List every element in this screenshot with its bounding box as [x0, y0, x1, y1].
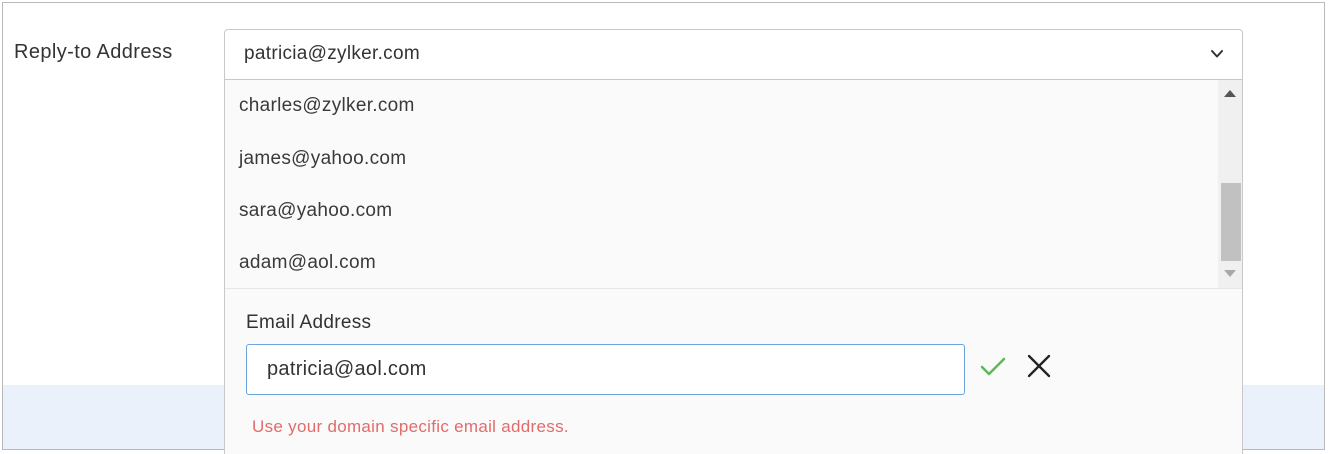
dropdown-scrollbar[interactable]: [1218, 80, 1242, 288]
reply-to-select[interactable]: patricia@zylker.com: [224, 29, 1243, 80]
option-sara[interactable]: sara@yahoo.com: [239, 200, 392, 222]
reply-to-dropdown: charles@zylker.com james@yahoo.com sara@…: [224, 80, 1243, 454]
options-list: charles@zylker.com james@yahoo.com sara@…: [225, 80, 1218, 288]
scroll-down-arrow-icon[interactable]: [1224, 270, 1236, 277]
option-james[interactable]: james@yahoo.com: [239, 148, 406, 170]
divider: [225, 288, 1242, 289]
check-icon[interactable]: [977, 350, 1009, 382]
email-address-input[interactable]: [246, 344, 965, 395]
email-address-label: Email Address: [246, 312, 372, 333]
chevron-down-icon[interactable]: [1210, 47, 1224, 61]
scroll-thumb[interactable]: [1221, 183, 1241, 261]
option-adam[interactable]: adam@aol.com: [239, 252, 376, 274]
close-icon[interactable]: [1023, 350, 1055, 382]
email-error-message: Use your domain specific email address.: [252, 417, 569, 436]
option-charles[interactable]: charles@zylker.com: [239, 95, 415, 117]
reply-to-label: Reply-to Address: [14, 41, 173, 63]
selected-value: patricia@zylker.com: [244, 43, 420, 64]
scroll-up-arrow-icon[interactable]: [1224, 90, 1236, 97]
